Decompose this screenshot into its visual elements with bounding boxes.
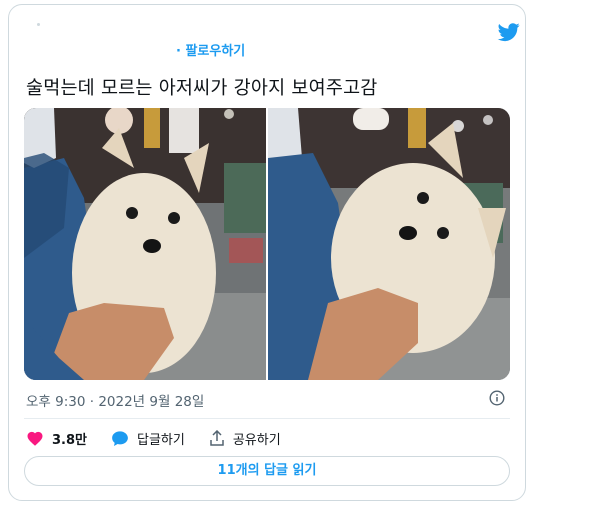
like-button[interactable]: 3.8만 bbox=[26, 429, 87, 448]
tweet-media bbox=[24, 108, 510, 380]
photo-pomeranian-1[interactable] bbox=[24, 108, 266, 380]
avatar[interactable] bbox=[37, 23, 40, 26]
tweet-actions: 3.8만 답글하기 공유하기 bbox=[26, 428, 305, 448]
info-icon[interactable] bbox=[489, 390, 505, 406]
share-button[interactable]: 공유하기 bbox=[209, 429, 281, 448]
share-label: 공유하기 bbox=[232, 432, 281, 448]
tweet-text: 술먹는데 모르는 아저씨가 강아지 보여주고감 bbox=[26, 78, 378, 99]
reply-bubble-icon bbox=[112, 430, 128, 446]
share-icon bbox=[210, 430, 224, 446]
photo-pomeranian-2[interactable] bbox=[268, 108, 510, 380]
like-count: 3.8만 bbox=[52, 432, 87, 448]
tweet-timestamp[interactable]: 오후 9:30 · 2022년 9월 28일 bbox=[26, 390, 204, 410]
twitter-bird-icon[interactable] bbox=[497, 21, 521, 43]
reply-label: 답글하기 bbox=[137, 432, 185, 448]
divider bbox=[24, 418, 510, 419]
read-replies-button[interactable]: 11개의 답글 읽기 bbox=[24, 456, 510, 486]
heart-icon bbox=[27, 431, 43, 446]
follow-link[interactable]: · 팔로우하기 bbox=[176, 40, 245, 59]
reply-button[interactable]: 답글하기 bbox=[111, 429, 185, 448]
